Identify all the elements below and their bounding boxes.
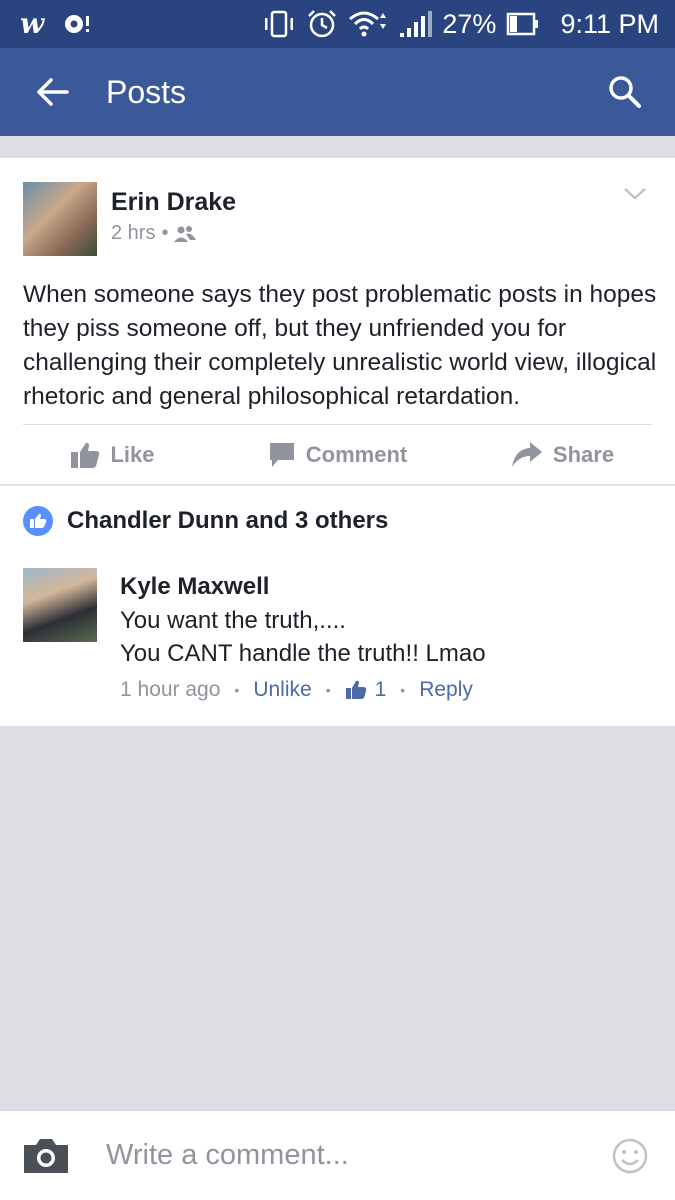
unlike-button[interactable]: Unlike	[253, 678, 311, 702]
post-meta: 2 hrs •	[111, 222, 197, 245]
comment-composer	[0, 1110, 675, 1200]
status-bar: w 27% 9:11 PM	[0, 0, 675, 48]
emoji-button[interactable]	[611, 1137, 649, 1175]
wifi-icon	[348, 9, 388, 39]
comment-icon	[269, 442, 294, 467]
comment-label: Comment	[305, 441, 408, 467]
camera-button[interactable]	[22, 1136, 70, 1176]
comment-like-count[interactable]: 1	[345, 678, 386, 702]
alarm-icon	[306, 8, 338, 40]
comment-button[interactable]: Comment	[225, 425, 450, 484]
app-bar: Posts	[0, 48, 675, 136]
clock: 9:11 PM	[560, 8, 659, 39]
comment-input[interactable]	[106, 1139, 566, 1172]
share-label: Share	[552, 441, 615, 467]
post-card: Erin Drake 2 hrs • When someone says the…	[0, 158, 675, 484]
search-button[interactable]	[595, 62, 655, 122]
like-label: Like	[110, 441, 155, 467]
like-button[interactable]: Like	[0, 425, 225, 484]
comment-text: You want the truth,.... You CANT handle …	[120, 604, 486, 670]
friends-icon	[174, 225, 197, 242]
comment-time: 1 hour ago	[120, 678, 221, 701]
comment-line-2: You CANT handle the truth!! Lmao	[120, 640, 486, 667]
thumbs-up-icon	[345, 680, 366, 699]
comment-author[interactable]: Kyle Maxwell	[120, 573, 269, 601]
smiley-icon	[612, 1138, 648, 1173]
page-title: Posts	[106, 73, 187, 110]
signal-icon	[398, 9, 433, 39]
likes-summary[interactable]: Chandler Dunn and 3 others	[23, 506, 388, 536]
vibrate-icon	[262, 9, 296, 39]
wish-app-icon: w	[20, 7, 45, 40]
share-button[interactable]: Share	[450, 425, 675, 484]
post-options-button[interactable]	[621, 184, 649, 204]
battery-percent: 27%	[442, 8, 497, 39]
notification-icon	[62, 12, 92, 36]
reply-button[interactable]: Reply	[419, 678, 473, 702]
thumbs-up-icon	[71, 442, 100, 468]
camera-icon	[24, 1138, 68, 1173]
likes-text: Chandler Dunn and 3 others	[67, 507, 389, 534]
like-badge-icon	[23, 506, 53, 536]
comments-section: Chandler Dunn and 3 others Kyle Maxwell …	[0, 485, 675, 726]
battery-icon	[506, 11, 540, 37]
post-actions: Like Comment Share	[0, 425, 675, 484]
post-time[interactable]: 2 hrs	[111, 222, 155, 245]
post-author[interactable]: Erin Drake	[111, 188, 236, 217]
comment-line-1: You want the truth,....	[120, 607, 346, 634]
back-button[interactable]	[22, 62, 82, 122]
commenter-avatar[interactable]	[23, 568, 97, 642]
arrow-left-icon	[37, 78, 69, 106]
author-avatar[interactable]	[23, 182, 97, 256]
search-icon	[609, 76, 641, 108]
post-text: When someone says they post problematic …	[23, 281, 657, 410]
comment-meta: 1 hour ago • Unlike • 1 • Reply	[120, 678, 473, 702]
chevron-down-icon	[624, 188, 646, 200]
share-icon	[511, 441, 542, 467]
